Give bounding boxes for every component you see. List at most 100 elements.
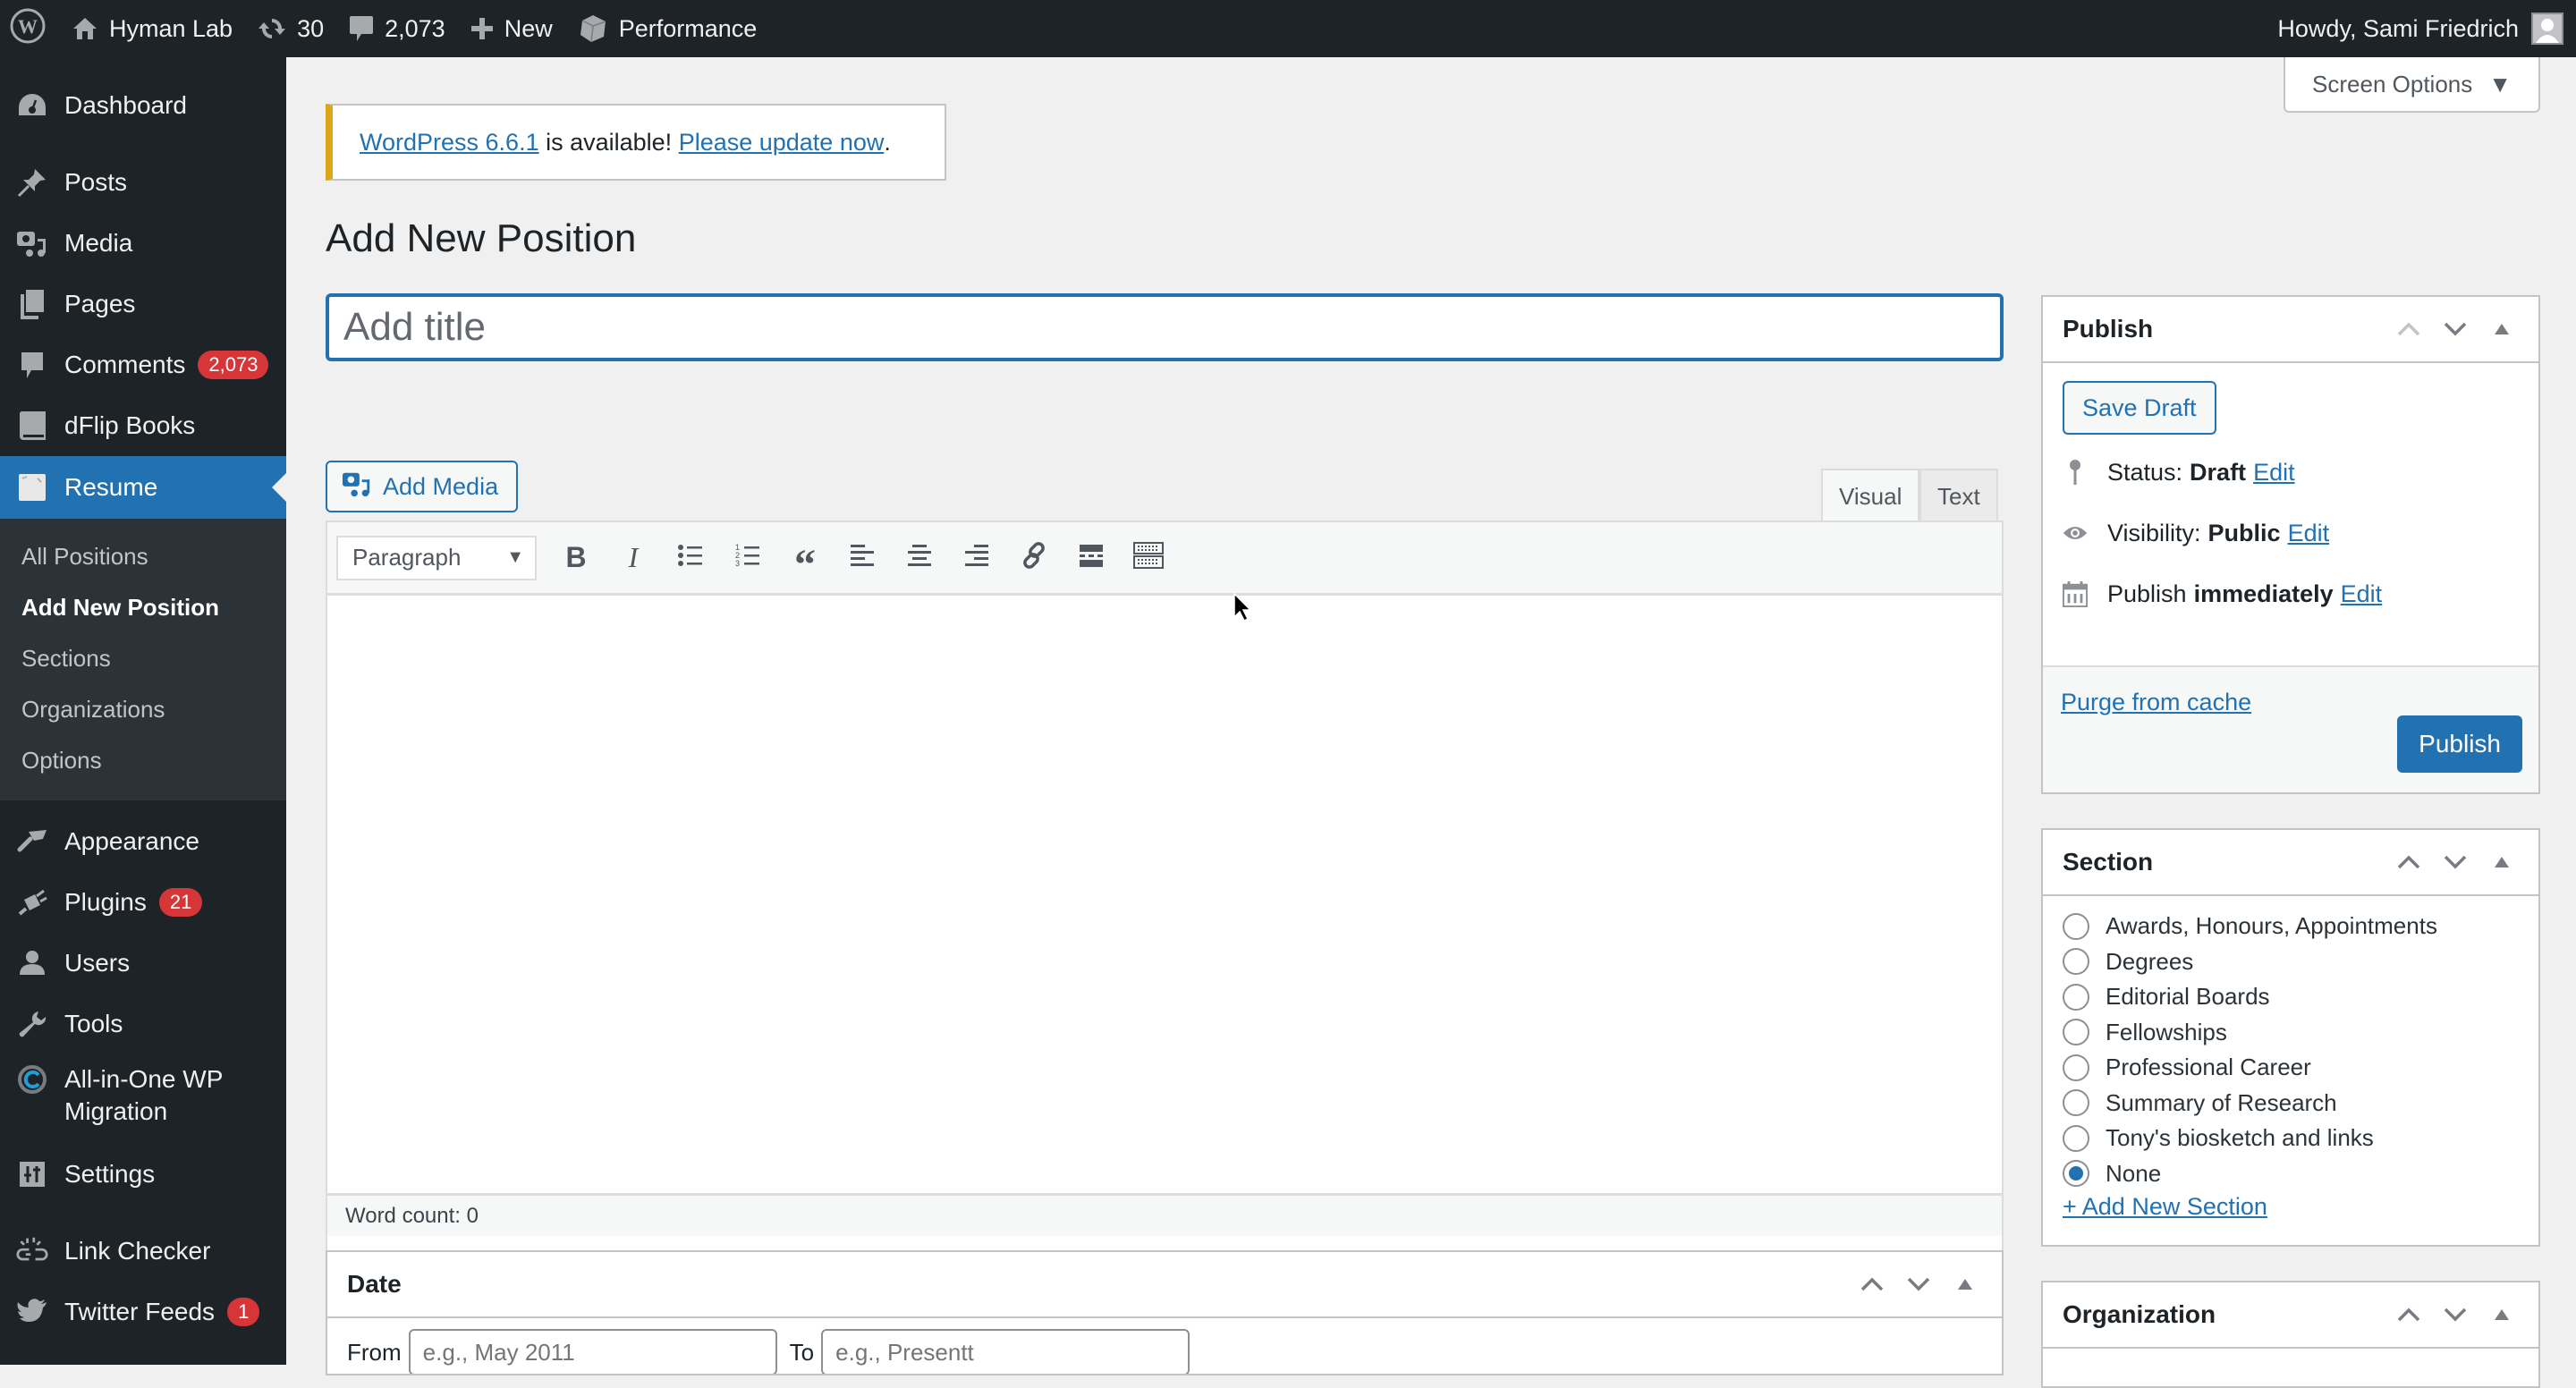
updates-link[interactable]: 30 bbox=[245, 0, 336, 57]
section-option[interactable]: None bbox=[2043, 1156, 2538, 1192]
update-notice: WordPress 6.6.1 is available! Please upd… bbox=[326, 104, 946, 181]
submenu-organizations[interactable]: Organizations bbox=[0, 684, 286, 735]
sidebar-item-label: Users bbox=[64, 949, 131, 977]
save-draft-button[interactable]: Save Draft bbox=[2063, 381, 2216, 435]
move-down-icon[interactable] bbox=[2440, 854, 2470, 870]
sidebar-item-media[interactable]: Media bbox=[0, 213, 286, 274]
tab-visual[interactable]: Visual bbox=[1821, 469, 1920, 522]
sidebar-item-label: Tools bbox=[64, 1010, 123, 1037]
radio-button[interactable] bbox=[2063, 983, 2089, 1011]
comments-count: 2,073 bbox=[385, 14, 445, 42]
radio-button[interactable] bbox=[2063, 1160, 2089, 1188]
sidebar-item-pages[interactable]: Pages bbox=[0, 274, 286, 334]
sidebar-item-dflip-books[interactable]: dFlip Books bbox=[0, 395, 286, 456]
section-option-label: None bbox=[2106, 1159, 2162, 1187]
numbered-list-button[interactable]: 123 bbox=[719, 531, 776, 585]
avatar bbox=[2531, 13, 2563, 45]
sidebar-item-comments[interactable]: Comments 2,073 bbox=[0, 334, 286, 395]
editor-content-area[interactable] bbox=[327, 596, 2002, 1193]
tab-text[interactable]: Text bbox=[1919, 469, 1998, 522]
publish-button[interactable]: Publish bbox=[2397, 715, 2522, 773]
submenu-all-positions[interactable]: All Positions bbox=[0, 531, 286, 582]
bulleted-list-button[interactable] bbox=[662, 531, 719, 585]
blockquote-button[interactable]: “ bbox=[776, 531, 834, 586]
section-option[interactable]: Fellowships bbox=[2043, 1015, 2538, 1051]
sidebar-item-label: Settings bbox=[64, 1160, 156, 1188]
sidebar-item-label: Link Checker bbox=[64, 1237, 211, 1265]
italic-button[interactable]: I bbox=[605, 531, 662, 585]
move-down-icon[interactable] bbox=[1903, 1276, 1934, 1292]
from-label: From bbox=[347, 1338, 402, 1366]
comments-link[interactable]: 2,073 bbox=[336, 0, 458, 57]
sidebar-item-users[interactable]: Users bbox=[0, 933, 286, 994]
sidebar-item-link-checker[interactable]: Link Checker bbox=[0, 1221, 286, 1282]
move-down-icon[interactable] bbox=[2440, 1307, 2470, 1323]
from-date-input[interactable] bbox=[408, 1329, 777, 1374]
add-media-button[interactable]: Add Media bbox=[326, 461, 519, 512]
insert-link-button[interactable] bbox=[1005, 531, 1063, 585]
section-option[interactable]: Editorial Boards bbox=[2043, 979, 2538, 1015]
collapse-toggle-icon[interactable] bbox=[1950, 1277, 1980, 1291]
radio-button[interactable] bbox=[2063, 1054, 2089, 1081]
edit-status-link[interactable]: Edit bbox=[2253, 459, 2295, 487]
align-center-button[interactable] bbox=[891, 531, 948, 585]
title-input[interactable] bbox=[326, 293, 2004, 361]
new-content-link[interactable]: New bbox=[458, 0, 565, 57]
update-now-link[interactable]: Please update now bbox=[679, 129, 885, 157]
radio-button[interactable] bbox=[2063, 1124, 2089, 1152]
align-right-button[interactable] bbox=[948, 531, 1005, 585]
submenu-add-new-position[interactable]: Add New Position bbox=[0, 582, 286, 633]
toolbar-toggle-button[interactable] bbox=[1120, 531, 1177, 585]
move-up-icon[interactable] bbox=[2394, 854, 2424, 870]
to-date-input[interactable] bbox=[821, 1329, 1191, 1374]
move-up-icon[interactable] bbox=[2394, 321, 2424, 337]
move-down-icon[interactable] bbox=[2440, 321, 2470, 337]
align-left-button[interactable] bbox=[834, 531, 891, 585]
tab-label: Text bbox=[1937, 482, 1980, 510]
site-name-link[interactable]: Hyman Lab bbox=[59, 0, 245, 57]
sidebar-item-dashboard[interactable]: Dashboard bbox=[0, 75, 286, 136]
sidebar-item-all-in-one-wp-migration[interactable]: All-in-One WP Migration bbox=[0, 1054, 286, 1144]
radio-button[interactable] bbox=[2063, 948, 2089, 976]
updates-count: 30 bbox=[297, 14, 325, 42]
purge-cache-link[interactable]: Purge from cache bbox=[2061, 689, 2251, 716]
screen-options-button[interactable]: Screen Options ▼ bbox=[2284, 57, 2540, 113]
section-option[interactable]: Summary of Research bbox=[2043, 1086, 2538, 1121]
add-new-section-link[interactable]: + Add New Section bbox=[2043, 1193, 2538, 1221]
read-more-button[interactable] bbox=[1063, 531, 1120, 585]
sidebar-item-twitter-feeds[interactable]: Twitter Feeds 1 bbox=[0, 1282, 286, 1342]
section-box: Section Awards, Honours, Appointments De… bbox=[2041, 828, 2540, 1247]
collapse-toggle-icon[interactable] bbox=[2487, 322, 2517, 336]
section-option[interactable]: Tony's biosketch and links bbox=[2043, 1121, 2538, 1156]
status-value: Draft bbox=[2190, 458, 2247, 486]
sidebar-item-posts[interactable]: Posts bbox=[0, 152, 286, 213]
sidebar-item-resume[interactable]: Resume bbox=[0, 456, 286, 519]
radio-button[interactable] bbox=[2063, 912, 2089, 940]
section-option[interactable]: Professional Career bbox=[2043, 1050, 2538, 1086]
format-select[interactable]: Paragraph ▼ bbox=[336, 535, 537, 580]
wordpress-version-link[interactable]: WordPress 6.6.1 bbox=[360, 129, 539, 157]
move-up-icon[interactable] bbox=[1857, 1276, 1887, 1292]
sidebar-item-settings[interactable]: Settings bbox=[0, 1144, 286, 1205]
radio-button[interactable] bbox=[2063, 1089, 2089, 1117]
align-right-icon bbox=[964, 543, 989, 572]
my-account-menu[interactable]: Howdy, Sami Friedrich bbox=[2277, 13, 2576, 45]
section-option[interactable]: Degrees bbox=[2043, 944, 2538, 980]
sidebar-item-tools[interactable]: Tools bbox=[0, 994, 286, 1054]
bold-button[interactable]: B bbox=[547, 531, 605, 585]
edit-visibility-link[interactable]: Edit bbox=[2288, 520, 2330, 547]
edit-schedule-link[interactable]: Edit bbox=[2341, 580, 2383, 608]
radio-button[interactable] bbox=[2063, 1019, 2089, 1046]
wordpress-logo-button[interactable]: W bbox=[0, 0, 59, 57]
comment-icon bbox=[349, 14, 374, 43]
submenu-sections[interactable]: Sections bbox=[0, 633, 286, 684]
move-up-icon[interactable] bbox=[2394, 1307, 2424, 1323]
collapse-toggle-icon[interactable] bbox=[2487, 855, 2517, 869]
sidebar-item-appearance[interactable]: Appearance bbox=[0, 811, 286, 872]
sidebar-item-plugins[interactable]: Plugins 21 bbox=[0, 872, 286, 933]
section-option[interactable]: Awards, Honours, Appointments bbox=[2043, 909, 2538, 944]
submenu-options[interactable]: Options bbox=[0, 735, 286, 786]
screen-options-label: Screen Options bbox=[2312, 70, 2473, 97]
performance-link[interactable]: Performance bbox=[565, 0, 770, 57]
collapse-toggle-icon[interactable] bbox=[2487, 1308, 2517, 1322]
